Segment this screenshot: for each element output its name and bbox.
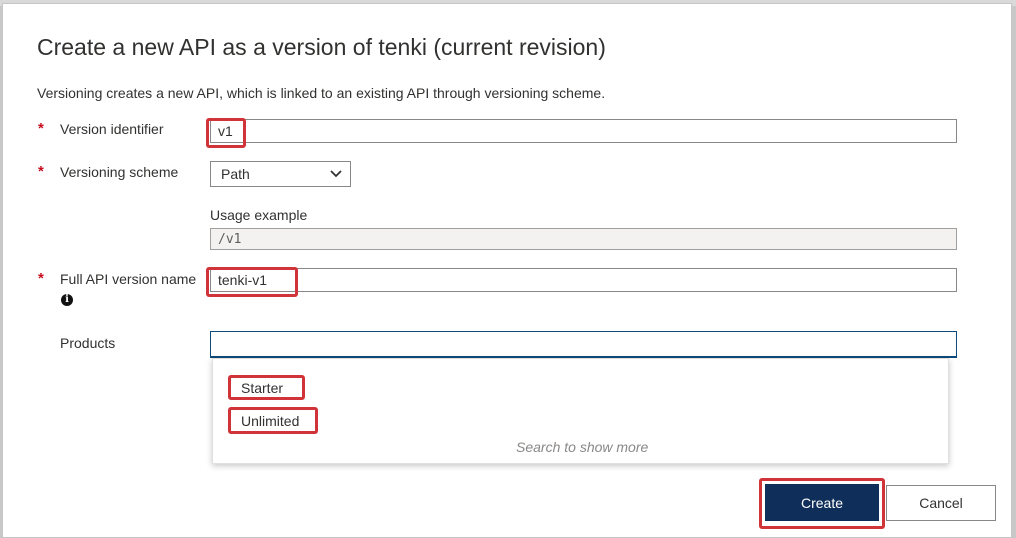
version-identifier-input[interactable]: v1 [210,119,957,143]
full-api-version-name-label: Full API version name [60,271,197,287]
info-icon[interactable]: i [61,294,73,306]
dialog-title: Create a new API as a version of tenki (… [37,34,606,60]
versioning-scheme-label: Versioning scheme [60,164,179,180]
dialog-description: Versioning creates a new API, which is l… [37,85,606,101]
products-label: Products [60,335,116,351]
versioning-scheme-value: Path [221,166,250,182]
chevron-down-icon [330,170,342,178]
search-hint: Search to show more [516,439,649,455]
create-version-dialog: Create a new API as a version of tenki (… [2,3,1012,538]
create-highlight [759,478,885,529]
required-marker: * [38,270,44,287]
required-marker: * [38,120,44,137]
usage-example-value: /v1 [218,232,242,247]
starter-highlight [228,375,305,400]
unlimited-highlight [228,407,318,434]
version-identifier-label: Version identifier [60,121,164,137]
full-api-version-name-input[interactable]: tenki-v1 [210,268,957,292]
version-identifier-highlight [206,118,246,148]
usage-example-field: /v1 [210,228,957,250]
full-api-version-name-highlight [206,267,298,297]
cancel-button[interactable]: Cancel [886,485,996,521]
required-marker: * [38,163,44,180]
usage-example-label: Usage example [210,207,308,223]
products-dropdown: Starter Unlimited Search to show more [212,358,949,464]
products-input[interactable] [210,331,957,358]
versioning-scheme-select[interactable]: Path [210,161,351,187]
